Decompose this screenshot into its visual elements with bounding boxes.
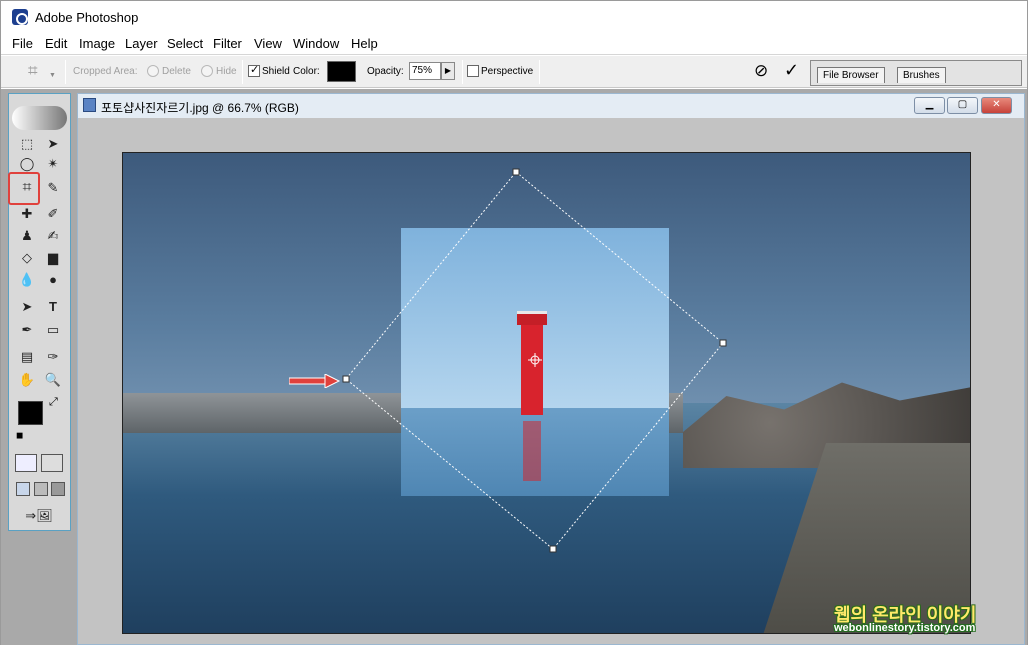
watermark: 웹의 온라인 이야기 webonlinestory.tistory.com — [834, 601, 1004, 637]
red-pointer-arrow-icon — [289, 374, 341, 388]
crop-handle[interactable] — [719, 339, 727, 347]
crop-handle[interactable] — [512, 168, 520, 176]
crop-handle[interactable] — [549, 545, 557, 553]
watermark-url: webonlinestory.tistory.com — [834, 622, 976, 634]
crop-handle[interactable] — [342, 375, 350, 383]
crop-bounding-box — [342, 168, 727, 553]
